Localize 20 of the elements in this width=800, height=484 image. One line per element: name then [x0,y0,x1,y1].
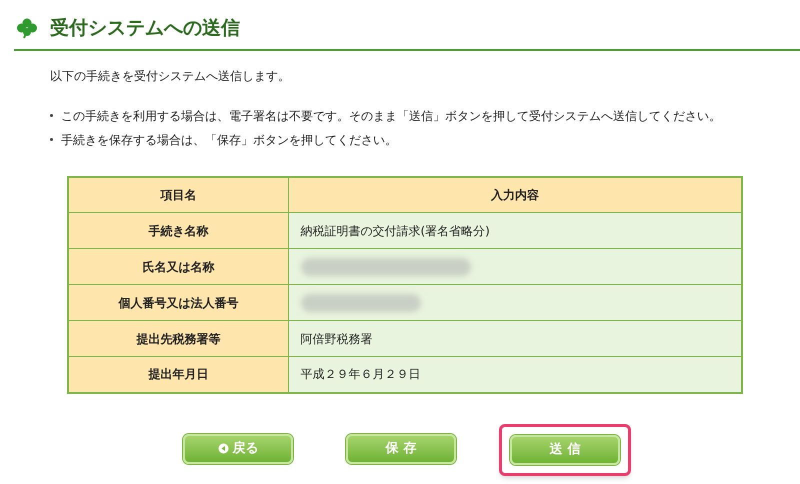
intro-text: 以下の手続きを受付システムへ送信します。 [50,68,291,84]
action-button[interactable]: 保 存 [346,434,456,464]
row-label: 個人番号又は法人番号 [68,284,288,320]
row-label: 提出年月日 [68,356,288,392]
row-label: 氏名又は名称 [68,248,288,284]
row-value: 納税証明書の交付請求(署名省略分) [300,224,490,238]
clover-icon [16,17,38,40]
column-header: 項目名 [68,176,288,212]
row-value: 平成２９年６月２９日 [300,367,420,382]
note-text: 手続きを保存する場合は、「保存」ボタンを押してください。 [61,132,397,148]
row-label: 手続き名称 [68,212,288,248]
back-button[interactable]: 戻る [183,434,293,464]
action-button[interactable]: 送 信 [510,434,620,464]
page-title: 受付システムへの送信 [50,16,240,41]
note-text: この手続きを利用する場合は、電子署名は不要です。そのまま「送信」ボタンを押して受付システムへ送信してください。 [61,108,721,124]
bullet-icon [50,138,53,141]
bullet-icon [50,114,53,117]
column-header: 入力内容 [288,176,742,212]
row-label: 提出先税務署等 [68,320,288,356]
row-value: 阿倍野税務署 [300,332,372,346]
